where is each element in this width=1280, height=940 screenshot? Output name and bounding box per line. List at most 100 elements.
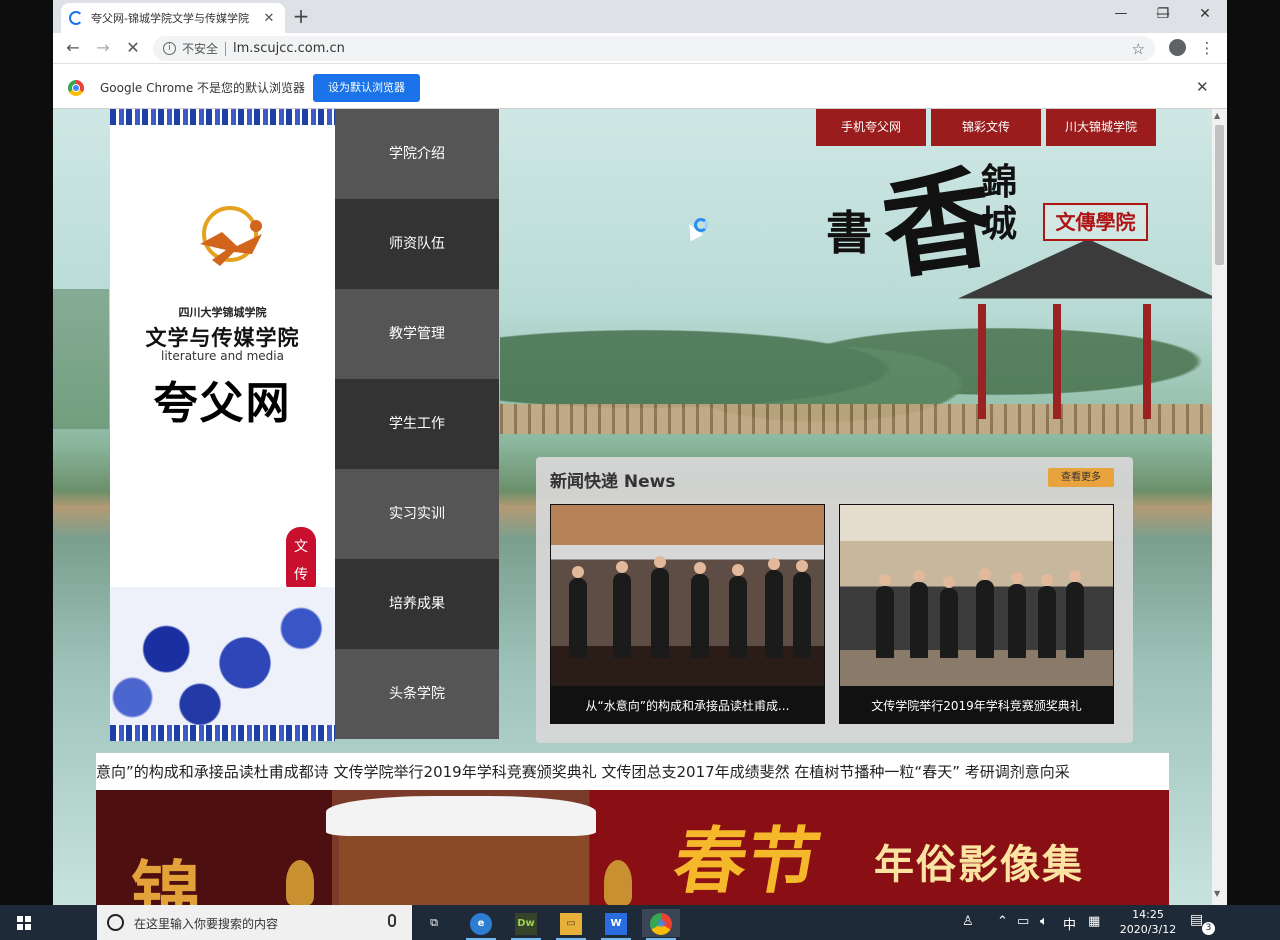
door-knocker-right (604, 860, 632, 905)
people-icon[interactable]: ♙ (962, 914, 974, 929)
nav-item-achievements[interactable]: 培养成果 (335, 559, 499, 649)
network-icon[interactable]: ▭ (1017, 914, 1029, 929)
set-default-browser-button[interactable]: 设为默认浏览器 (313, 74, 420, 102)
pavilion-post (1053, 304, 1061, 419)
address-bar[interactable]: i 不安全 lm.scujcc.com.cn ☆ (153, 36, 1155, 61)
cortana-icon (107, 914, 124, 931)
insecure-label: 不安全 (182, 42, 219, 56)
kuafu-runner-logo (200, 206, 262, 266)
chrome-logo-icon (68, 80, 84, 96)
windows-logo-icon (17, 916, 31, 930)
nav-item-college-intro[interactable]: 学院介绍 (335, 109, 499, 199)
stop-loading-icon[interactable]: ✕ (122, 37, 144, 59)
page-scrollbar[interactable]: ▲ ▼ (1212, 109, 1227, 905)
news-card[interactable]: 文传学院举行2019年学科竞赛颁奖典礼 (839, 504, 1114, 724)
volume-icon[interactable]: 🔈︎ (1040, 914, 1048, 929)
school-name: 四川大学锦城学院 (178, 306, 267, 319)
news-caption[interactable]: 文传学院举行2019年学科竞赛颁奖典礼 (839, 688, 1114, 724)
pavilion-post (978, 304, 986, 419)
blue-flower-decoration (110, 587, 335, 725)
back-arrow-icon[interactable]: ← (62, 37, 84, 59)
default-browser-infobar: Google Chrome 不是您的默认浏览器 设为默认浏览器 ✕ (53, 63, 1227, 109)
desktop-background-right (1227, 0, 1280, 905)
nav-item-student-work[interactable]: 学生工作 (335, 379, 499, 469)
jincai-wenchuan-link[interactable]: 锦彩文传 (931, 109, 1041, 146)
browser-tab[interactable]: 夸父网-锦城学院文学与传媒学院 ✕ (61, 3, 285, 33)
clock-date: 2020/3/12 (1119, 923, 1177, 936)
scroll-up-icon[interactable]: ▲ (1214, 111, 1220, 120)
ime-mode-icon[interactable]: ▦ (1088, 914, 1100, 929)
loading-spinner-icon (69, 11, 83, 25)
profile-avatar-icon[interactable] (1169, 39, 1186, 56)
windows-taskbar: 在这里输入你要搜索的内容 ⧉ e Dw ▭ W ◉ ♙ ⌃ ▭ 🔈︎ 中 ▦ 1… (0, 905, 1280, 940)
porcelain-border-bottom (110, 725, 335, 741)
tray-expand-icon[interactable]: ⌃ (997, 914, 1008, 929)
college-name: 文学与传媒学院 (145, 326, 300, 350)
chrome-window: 夸父网-锦城学院文学与传媒学院 ✕ + — — ❐ ✕ ← → ✕ i 不安全 … (53, 0, 1227, 905)
system-clock[interactable]: 14:25 2020/3/12 (1108, 907, 1188, 937)
minimize-button[interactable]: — (1100, 0, 1142, 28)
news-heading: 新闻快递 News (550, 472, 676, 492)
background-scenery-left (53, 289, 109, 429)
infobar-close-icon[interactable]: ✕ (1196, 78, 1209, 96)
banner-title: 年俗影像集 (874, 841, 1084, 888)
view-more-button[interactable]: 查看更多 (1048, 468, 1114, 487)
door-knocker-left (286, 860, 314, 905)
scrollbar-thumb[interactable] (1215, 125, 1224, 265)
browser-toolbar: ← → ✕ i 不安全 lm.scujcc.com.cn ☆ ⋮ (53, 33, 1227, 63)
college-stamp: 文傳學院 (1043, 203, 1148, 241)
url-text[interactable]: lm.scujcc.com.cn (233, 41, 1132, 56)
bookmark-star-icon[interactable]: ☆ (1132, 40, 1145, 58)
infobar-message: Google Chrome 不是您的默认浏览器 (100, 81, 306, 95)
main-navigation: 学院介绍 师资队伍 教学管理 学生工作 实习实训 培养成果 头条学院 (335, 109, 499, 741)
taskbar-search-placeholder: 在这里输入你要搜索的内容 (134, 917, 279, 931)
forward-arrow-icon[interactable]: → (92, 37, 114, 59)
news-caption[interactable]: 从“水意向”的构成和承接品读杜甫成... (550, 688, 825, 724)
nav-item-faculty[interactable]: 师资队伍 (335, 199, 499, 289)
site-name: 夸父网 (153, 378, 292, 429)
background-bridge (500, 404, 1212, 434)
notification-count-badge: 3 (1202, 922, 1215, 935)
info-icon[interactable]: i (163, 42, 176, 55)
scroll-down-icon[interactable]: ▼ (1214, 889, 1220, 898)
pavilion-post (1143, 304, 1151, 419)
news-photo (551, 505, 824, 686)
snow-roof-image (326, 796, 596, 836)
nav-item-teaching[interactable]: 教学管理 (335, 289, 499, 379)
dreamweaver-icon[interactable]: Dw (507, 909, 545, 940)
chrome-icon[interactable]: ◉ (642, 909, 680, 940)
university-link[interactable]: 川大锦城学院 (1046, 109, 1156, 146)
porcelain-border-top (110, 109, 335, 125)
mobile-site-link[interactable]: 手机夸父网 (816, 109, 926, 146)
action-center-icon[interactable]: ▤ 3 (1190, 912, 1215, 935)
task-view-icon[interactable]: ⧉ (415, 909, 453, 937)
microphone-icon[interactable] (388, 914, 396, 927)
start-button[interactable] (0, 905, 48, 940)
news-photo (840, 505, 1113, 686)
nav-item-internship[interactable]: 实习实训 (335, 469, 499, 559)
close-window-button[interactable]: ✕ (1184, 0, 1226, 28)
busy-cursor-icon (694, 218, 708, 232)
file-explorer-icon[interactable]: ▭ (552, 909, 590, 940)
news-card[interactable]: 从“水意向”的构成和承接品读杜甫成... (550, 504, 825, 724)
college-english-name: literature and media (161, 349, 284, 363)
news-ticker-text[interactable]: 意向”的构成和承接品读杜甫成都诗 文传学院举行2019年学科竞赛颁奖典礼 文传团… (96, 761, 1070, 782)
spring-festival-banner[interactable]: 锦 春节 年俗影像集 (96, 790, 1169, 905)
news-ticker[interactable]: 意向”的构成和承接品读杜甫成都诗 文传学院举行2019年学科竞赛颁奖典礼 文传团… (96, 753, 1169, 790)
tab-close-icon[interactable]: ✕ (261, 11, 277, 26)
new-tab-button[interactable]: + (289, 4, 313, 28)
wps-icon[interactable]: W (597, 909, 635, 940)
banner-calligraphy: 锦 (131, 852, 201, 905)
clock-time: 14:25 (1132, 908, 1164, 921)
restore-button[interactable]: ❐ (1142, 0, 1184, 28)
tab-title: 夸父网-锦城学院文学与传媒学院 (91, 12, 249, 25)
banner-chunjie-text: 春节 (667, 818, 827, 903)
taskbar-search[interactable]: 在这里输入你要搜索的内容 (97, 905, 412, 940)
ime-indicator[interactable]: 中 (1063, 914, 1076, 933)
title-bar: 夸父网-锦城学院文学与传媒学院 ✕ + — (53, 0, 1227, 33)
site-logo-panel[interactable]: 四川大学锦城学院 文学与传媒学院 literature and media 夸父… (110, 109, 335, 741)
edge-icon[interactable]: e (462, 909, 500, 940)
desktop-background-left (0, 0, 53, 905)
nav-item-headlines[interactable]: 头条学院 (335, 649, 499, 739)
menu-kebab-icon[interactable]: ⋮ (1197, 38, 1217, 58)
